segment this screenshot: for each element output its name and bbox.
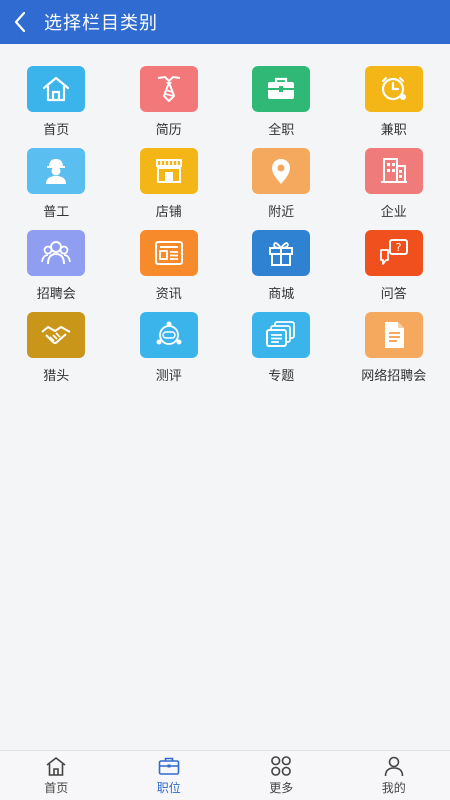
people-icon <box>41 241 72 265</box>
topic-icon <box>266 321 296 347</box>
category-label: 全职 <box>268 123 295 138</box>
category-label: 首页 <box>43 123 70 138</box>
category-tile <box>252 66 311 112</box>
building-icon <box>380 158 407 183</box>
category-label: 猎头 <box>43 369 70 384</box>
home-outline-icon <box>46 757 66 776</box>
user-outline-icon <box>384 756 404 777</box>
category-label: 普工 <box>43 205 70 220</box>
page-title: 选择栏目类别 <box>44 13 158 34</box>
category-label: 专题 <box>268 369 295 384</box>
gift-icon <box>269 242 294 266</box>
category-label: 简历 <box>155 123 182 138</box>
nav-home[interactable]: 首页 <box>0 751 113 800</box>
category-resume[interactable]: 简历 <box>113 66 226 148</box>
category-tile <box>139 312 198 358</box>
category-tile <box>364 148 423 194</box>
nav-label: 我的 <box>381 781 406 795</box>
app-screen: 选择栏目类别 首页 简历 全职 兼职 普工 店铺 附近 企业 招聘会 资讯 商城… <box>0 0 450 800</box>
category-topic[interactable]: 专题 <box>225 312 338 394</box>
grid-outline-icon <box>271 756 292 776</box>
category-tile <box>27 312 86 358</box>
category-tile <box>139 66 198 112</box>
category-label: 资讯 <box>155 287 182 302</box>
category-home[interactable]: 首页 <box>0 66 113 148</box>
category-tile <box>252 230 311 276</box>
shop-icon <box>155 159 182 183</box>
briefcase-icon <box>268 77 295 99</box>
category-online-jobfair[interactable]: 网络招聘会 <box>338 312 450 394</box>
question-icon: ? <box>379 239 408 265</box>
category-label: 附近 <box>268 205 295 220</box>
category-tile <box>27 66 86 112</box>
nav-label: 更多 <box>269 781 294 795</box>
category-label: 测评 <box>155 369 182 384</box>
category-tile <box>364 66 423 112</box>
category-evaluation[interactable]: 测评 <box>113 312 226 394</box>
header-bar: 选择栏目类别 <box>0 0 450 44</box>
category-qa[interactable]: ? 问答 <box>338 230 450 312</box>
category-tile: ? <box>364 230 423 276</box>
category-tile <box>252 148 311 194</box>
category-jobfair[interactable]: 招聘会 <box>0 230 113 312</box>
svg-text:?: ? <box>395 241 401 254</box>
category-tile <box>27 230 86 276</box>
tie-icon <box>157 75 180 102</box>
nav-more[interactable]: 更多 <box>225 751 338 800</box>
nav-mine[interactable]: 我的 <box>338 751 450 800</box>
nav-jobs[interactable]: 职位 <box>113 751 226 800</box>
category-headhunter[interactable]: 猎头 <box>0 312 113 394</box>
news-icon <box>154 241 183 265</box>
category-worker[interactable]: 普工 <box>0 148 113 230</box>
evaluate-icon <box>156 321 182 345</box>
category-label: 兼职 <box>380 123 407 138</box>
category-label: 招聘会 <box>36 287 76 302</box>
category-nearby[interactable]: 附近 <box>225 148 338 230</box>
chevron-left-icon <box>14 11 26 33</box>
category-fulltime[interactable]: 全职 <box>225 66 338 148</box>
category-mall[interactable]: 商城 <box>225 230 338 312</box>
category-company[interactable]: 企业 <box>338 148 450 230</box>
handshake-icon <box>41 326 71 344</box>
category-label: 企业 <box>380 205 407 220</box>
nav-label: 首页 <box>44 781 69 795</box>
category-tile <box>364 312 423 358</box>
briefcase-outline-icon <box>158 757 180 775</box>
category-tile <box>139 230 198 276</box>
category-tile <box>252 312 311 358</box>
category-grid: 首页 简历 全职 兼职 普工 店铺 附近 企业 招聘会 资讯 商城 ? 问答 猎… <box>0 66 450 394</box>
back-button[interactable] <box>0 0 40 44</box>
bottom-nav: 首页 职位 更多 我的 <box>0 750 450 800</box>
category-news[interactable]: 资讯 <box>113 230 226 312</box>
category-label: 问答 <box>380 287 407 302</box>
location-icon <box>272 159 291 184</box>
category-label: 店铺 <box>155 205 182 220</box>
category-label: 网络招聘会 <box>361 369 427 384</box>
worker-icon <box>46 159 67 184</box>
category-tile <box>27 148 86 194</box>
category-parttime[interactable]: 兼职 <box>338 66 450 148</box>
document-icon <box>384 322 404 348</box>
category-tile <box>139 148 198 194</box>
nav-label: 职位 <box>156 781 181 795</box>
category-label: 商城 <box>268 287 295 302</box>
clock-icon <box>381 77 406 101</box>
category-shop[interactable]: 店铺 <box>113 148 226 230</box>
home-icon <box>43 76 70 102</box>
